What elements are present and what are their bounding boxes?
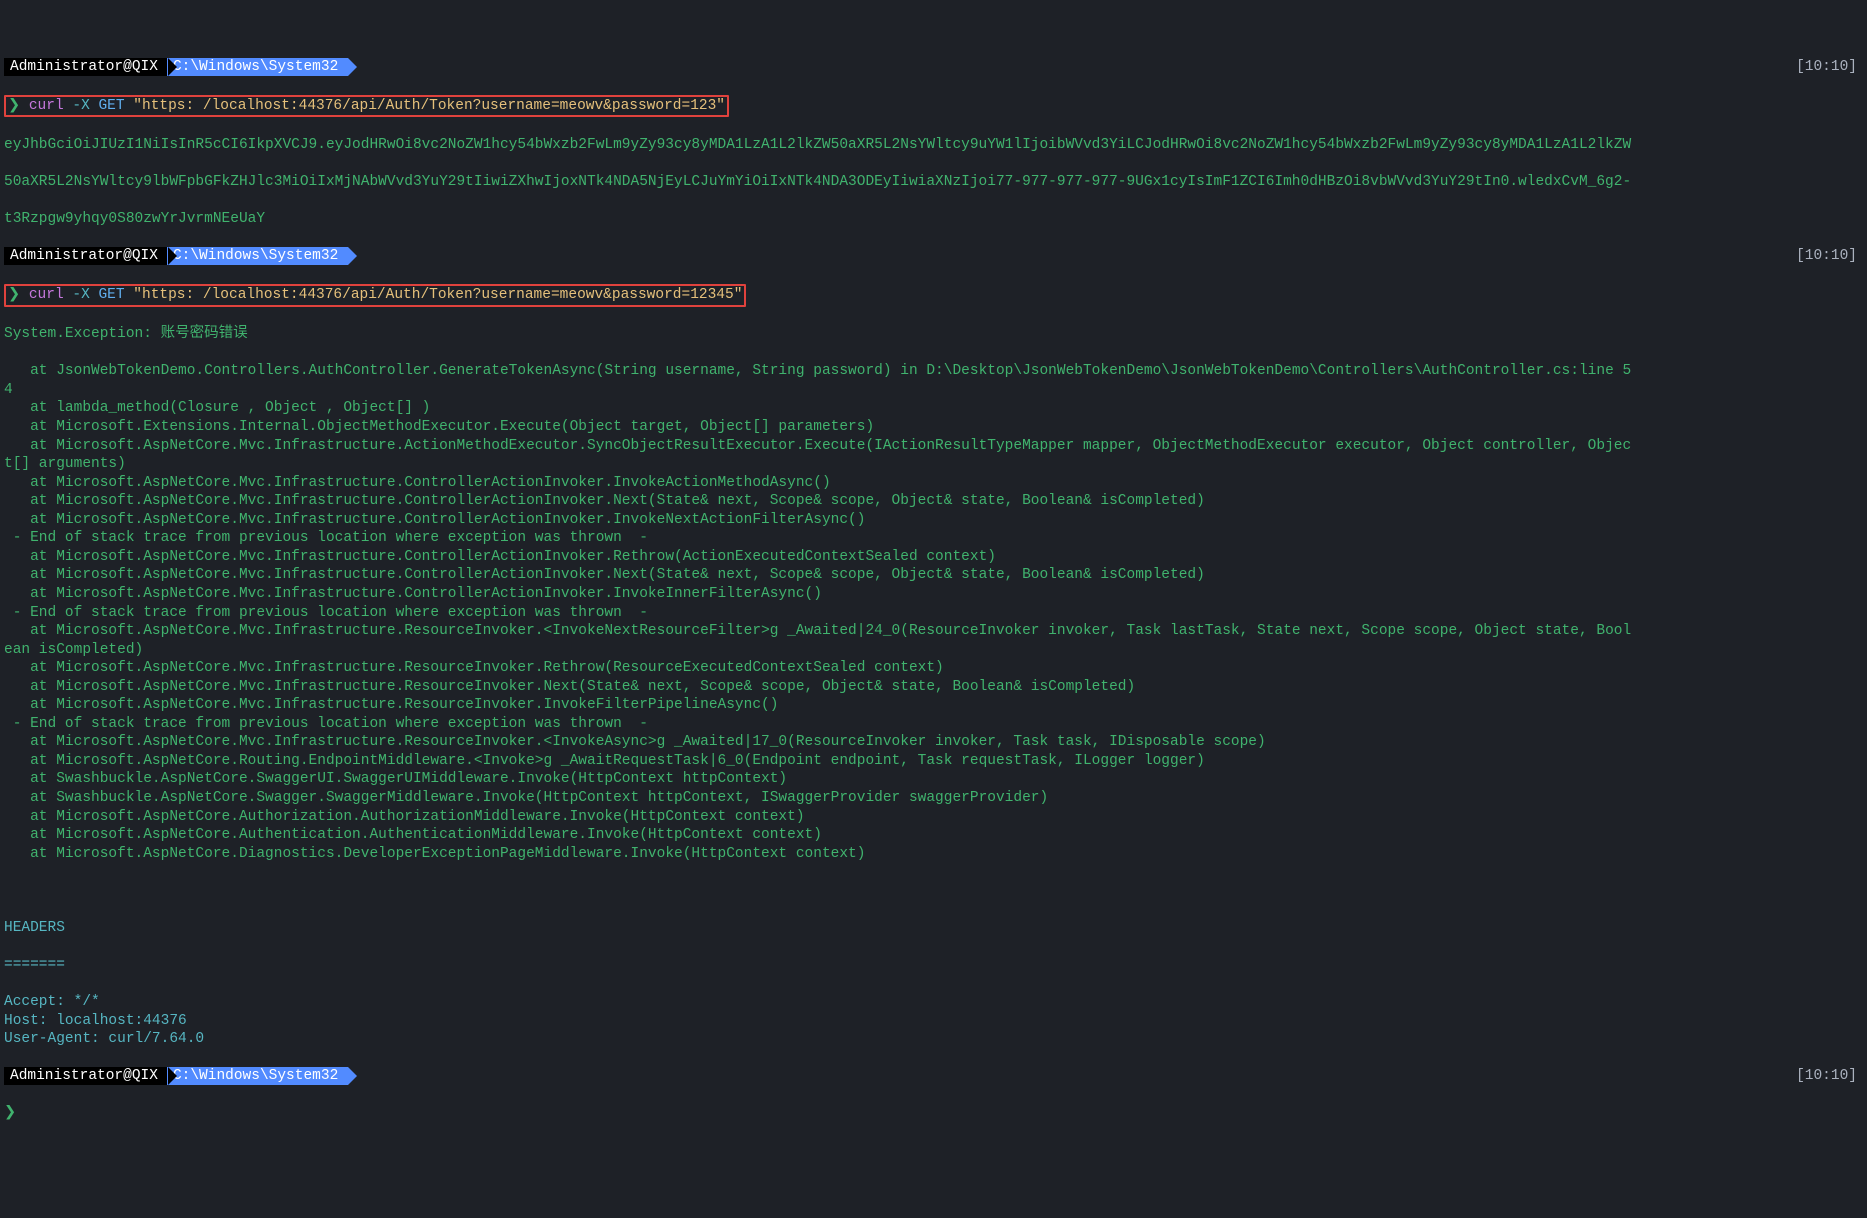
stack-line: at Microsoft.AspNetCore.Mvc.Infrastructu…	[4, 511, 1863, 530]
highlighted-command-1: ❯ curl -X GET "https: /localhost:44376/a…	[4, 95, 729, 118]
stack-line: at lambda_method(Closure , Object , Obje…	[4, 399, 1863, 418]
header-line: Accept: */*	[4, 993, 1863, 1012]
stack-line: - End of stack trace from previous locat…	[4, 604, 1863, 623]
output-token-line2: 50aXR5L2NsYWltcy9lbWFpbGFkZHJlc3MiOiIxMj…	[4, 173, 1863, 192]
time-label: [10:10]	[1796, 1067, 1857, 1086]
stack-line: at Microsoft.AspNetCore.Mvc.Infrastructu…	[4, 437, 1863, 456]
output-token-line3: t3Rzpgw9yhqy0S80zwYrJvrmNEeUaY	[4, 210, 1863, 229]
stack-line: at Microsoft.AspNetCore.Mvc.Infrastructu…	[4, 678, 1863, 697]
prompt-symbol: ❯	[8, 287, 20, 303]
prompt-symbol: ❯	[4, 1105, 16, 1121]
stack-line: t[] arguments)	[4, 455, 1863, 474]
headers-block: Accept: */*Host: localhost:44376User-Age…	[4, 993, 1863, 1049]
headers-sep: =======	[4, 956, 1863, 975]
command-line-2[interactable]: ❯ curl -X GET "https: /localhost:44376/a…	[4, 284, 1863, 307]
cmd-flag: -X	[72, 98, 89, 114]
prompt-path: C:\Windows\System32	[167, 247, 348, 265]
stack-line: at Microsoft.AspNetCore.Mvc.Infrastructu…	[4, 474, 1863, 493]
headers-title: HEADERS	[4, 919, 1863, 938]
header-line: User-Agent: curl/7.64.0	[4, 1030, 1863, 1049]
highlighted-command-2: ❯ curl -X GET "https: /localhost:44376/a…	[4, 284, 746, 307]
prompt-user: Administrator@QIX	[4, 1067, 168, 1085]
stack-line: at Microsoft.AspNetCore.Mvc.Infrastructu…	[4, 566, 1863, 585]
cmd-method: GET	[98, 98, 124, 114]
stack-line: at Microsoft.AspNetCore.Diagnostics.Deve…	[4, 845, 1863, 864]
cmd-curl: curl	[29, 287, 64, 303]
arrow-icon	[168, 58, 177, 76]
cmd-method: GET	[98, 287, 124, 303]
output-token-line1: eyJhbGciOiJIUzI1NiIsInR5cCI6IkpXVCJ9.eyJ…	[4, 136, 1863, 155]
time-label: [10:10]	[1796, 58, 1857, 77]
stack-line: - End of stack trace from previous locat…	[4, 529, 1863, 548]
stack-line: at Microsoft.AspNetCore.Authentication.A…	[4, 826, 1863, 845]
arrow-icon	[168, 1067, 177, 1085]
stack-line: 4	[4, 381, 1863, 400]
header-line: Host: localhost:44376	[4, 1012, 1863, 1031]
cmd-url: "https: /localhost:44376/api/Auth/Token?…	[133, 287, 742, 303]
prompt-symbol: ❯	[8, 98, 20, 114]
arrow-icon	[348, 247, 357, 265]
stack-line: at Microsoft.AspNetCore.Mvc.Infrastructu…	[4, 733, 1863, 752]
cmd-url: "https: /localhost:44376/api/Auth/Token?…	[133, 98, 725, 114]
cmd-flag: -X	[72, 287, 89, 303]
stack-line: - End of stack trace from previous locat…	[4, 715, 1863, 734]
stack-line: at Microsoft.AspNetCore.Mvc.Infrastructu…	[4, 659, 1863, 678]
stack-line: at Swashbuckle.AspNetCore.SwaggerUI.Swag…	[4, 770, 1863, 789]
prompt-line-1: Administrator@QIXC:\Windows\System32 [10:…	[4, 58, 1863, 77]
stack-line: ean isCompleted)	[4, 641, 1863, 660]
time-label: [10:10]	[1796, 247, 1857, 266]
command-line-1[interactable]: ❯ curl -X GET "https: /localhost:44376/a…	[4, 95, 1863, 118]
stack-line: at Microsoft.AspNetCore.Mvc.Infrastructu…	[4, 548, 1863, 567]
stack-line: at Microsoft.AspNetCore.Mvc.Infrastructu…	[4, 622, 1863, 641]
command-line-3[interactable]: ❯	[4, 1104, 1863, 1123]
stack-line: at Microsoft.AspNetCore.Mvc.Infrastructu…	[4, 696, 1863, 715]
prompt-line-3: Administrator@QIXC:\Windows\System32 [10:…	[4, 1067, 1863, 1086]
stack-line: at Microsoft.AspNetCore.Authorization.Au…	[4, 808, 1863, 827]
arrow-icon	[348, 58, 357, 76]
stack-line: at Microsoft.AspNetCore.Routing.Endpoint…	[4, 752, 1863, 771]
prompt-path: C:\Windows\System32	[167, 58, 348, 76]
arrow-icon	[168, 247, 177, 265]
stack-line: at Microsoft.AspNetCore.Mvc.Infrastructu…	[4, 585, 1863, 604]
prompt-user: Administrator@QIX	[4, 58, 168, 76]
stack-line: at Microsoft.Extensions.Internal.ObjectM…	[4, 418, 1863, 437]
blank-line	[4, 882, 1863, 901]
stack-line: at JsonWebTokenDemo.Controllers.AuthCont…	[4, 362, 1863, 381]
stack-line: at Microsoft.AspNetCore.Mvc.Infrastructu…	[4, 492, 1863, 511]
exception-header: System.Exception: 账号密码错误	[4, 325, 1863, 344]
prompt-user: Administrator@QIX	[4, 247, 168, 265]
prompt-line-2: Administrator@QIXC:\Windows\System32 [10:…	[4, 247, 1863, 266]
prompt-path: C:\Windows\System32	[167, 1067, 348, 1085]
cmd-curl: curl	[29, 98, 64, 114]
stack-line: at Swashbuckle.AspNetCore.Swagger.Swagge…	[4, 789, 1863, 808]
arrow-icon	[348, 1067, 357, 1085]
stack-trace: at JsonWebTokenDemo.Controllers.AuthCont…	[4, 362, 1863, 863]
